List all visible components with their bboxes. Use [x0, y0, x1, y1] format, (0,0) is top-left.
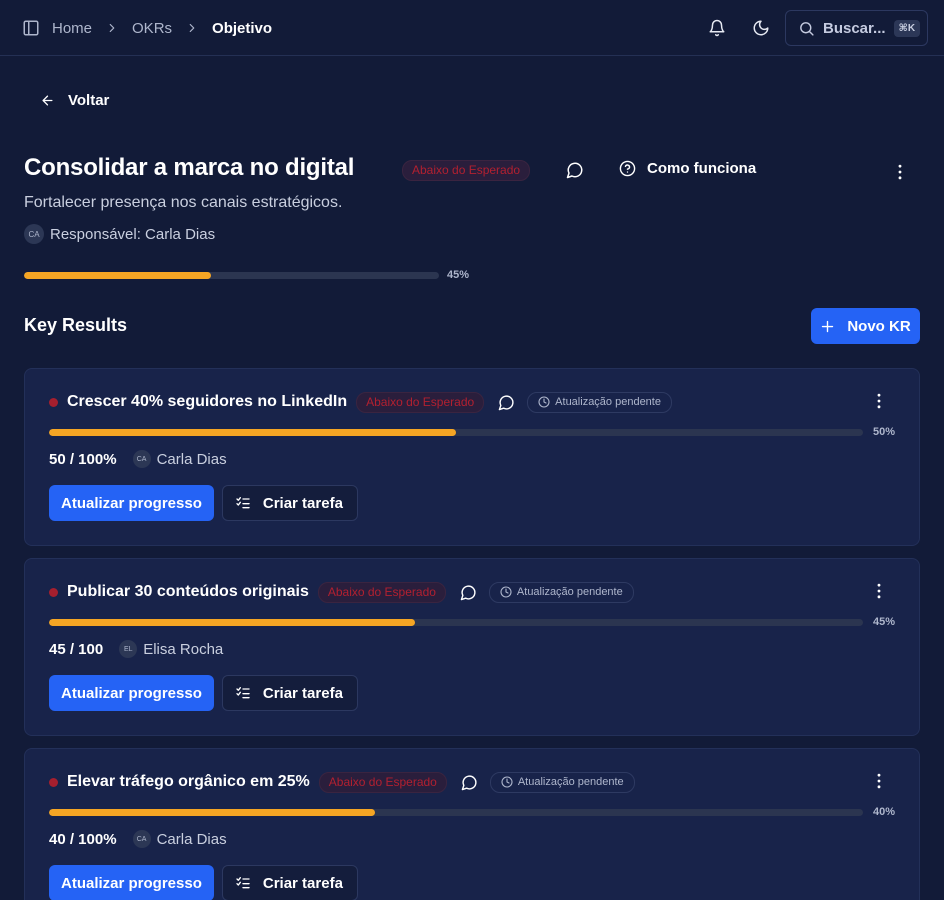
pending-update-badge: Atualização pendente [489, 771, 635, 793]
avatar: CA [132, 450, 151, 468]
kr-progress-label: 45% [872, 616, 895, 628]
help-circle-icon [619, 160, 636, 177]
sidebar-toggle-icon[interactable] [22, 19, 40, 37]
status-dot [49, 777, 58, 787]
kr-status-badge: Abaixo do Esperado [356, 391, 485, 413]
kr-progress-fill [49, 429, 456, 436]
pending-label: Atualização pendente [555, 396, 661, 408]
objective-progress-label: 45% [447, 269, 470, 281]
message-circle-icon[interactable] [498, 394, 515, 411]
more-vertical-icon[interactable] [869, 581, 889, 601]
new-kr-button[interactable]: Novo KR [811, 308, 920, 344]
pending-label: Atualização pendente [516, 586, 623, 598]
kr-status-badge: Abaixo do Esperado [317, 581, 446, 603]
more-vertical-icon[interactable] [890, 162, 910, 182]
avatar: EL [119, 640, 138, 658]
search-label: Buscar... [823, 19, 886, 37]
list-checks-icon [235, 875, 251, 891]
create-task-label: Criar tarefa [262, 684, 343, 702]
kr-owner: Carla Dias [156, 450, 227, 468]
avatar: CA [24, 224, 44, 244]
objective-owner-label: Responsável: Carla Dias [50, 225, 216, 243]
list-checks-icon [235, 495, 251, 511]
clock-icon [501, 776, 513, 788]
breadcrumb-home[interactable]: Home [52, 20, 92, 37]
kr-owner: Elisa Rocha [143, 640, 224, 658]
create-task-label: Criar tarefa [262, 494, 343, 512]
create-task-label: Criar tarefa [262, 874, 343, 892]
chevron-right-icon [185, 21, 199, 35]
create-task-button[interactable]: Criar tarefa [221, 865, 358, 900]
back-label: Voltar [68, 91, 110, 109]
pending-update-badge: Atualização pendente [488, 581, 634, 603]
clock-icon [500, 586, 512, 598]
objective-status-badge: Abaixo do Esperado [402, 160, 531, 181]
pending-update-badge: Atualização pendente [527, 391, 672, 413]
kr-value: 45 / 100 [49, 640, 104, 658]
key-results-heading: Key Results [24, 315, 128, 335]
back-button[interactable]: Voltar [40, 90, 109, 110]
kr-title[interactable]: Crescer 40% seguidores no LinkedIn [67, 393, 347, 411]
status-dot [49, 397, 58, 407]
update-progress-button[interactable]: Atualizar progresso [49, 865, 214, 900]
search-icon [798, 20, 815, 37]
kr-card: Crescer 40% seguidores no LinkedIn Abaix… [24, 368, 920, 546]
kr-progress-fill [49, 619, 416, 626]
create-task-button[interactable]: Criar tarefa [221, 675, 358, 711]
pending-label: Atualização pendente [517, 776, 624, 788]
kr-status-badge: Abaixo do Esperado [318, 771, 447, 793]
kr-progress-bar [49, 809, 863, 816]
kr-card: Publicar 30 conteúdos originais Abaixo d… [24, 558, 920, 736]
objective-progress-fill [24, 272, 211, 279]
avatar: CA [132, 830, 151, 848]
top-bar: Home OKRs Objetivo Buscar... ⌘K [0, 0, 944, 56]
new-kr-label: Novo KR [847, 317, 911, 335]
more-vertical-icon[interactable] [869, 391, 889, 411]
how-it-works-label: Como funciona [647, 160, 757, 177]
kr-title[interactable]: Publicar 30 conteúdos originais [67, 583, 309, 601]
list-checks-icon [235, 685, 251, 701]
search-button[interactable]: Buscar... ⌘K [785, 10, 928, 46]
objective-owner: CA Responsável: Carla Dias [24, 224, 215, 244]
message-circle-icon[interactable] [460, 584, 477, 601]
update-progress-button[interactable]: Atualizar progresso [49, 485, 214, 521]
more-vertical-icon[interactable] [869, 771, 889, 791]
objective-title: Consolidar a marca no digital [24, 154, 355, 181]
kr-value: 50 / 100% [49, 450, 117, 468]
plus-icon [820, 319, 835, 334]
kr-progress-label: 40% [872, 806, 895, 818]
kr-card: Elevar tráfego orgânico em 25% Abaixo do… [24, 748, 920, 900]
kr-progress-bar [49, 429, 863, 436]
objective-progress-bar [24, 272, 439, 279]
chevron-right-icon [105, 21, 119, 35]
kr-title[interactable]: Elevar tráfego orgânico em 25% [67, 773, 310, 791]
create-task-button[interactable]: Criar tarefa [221, 485, 358, 521]
update-progress-button[interactable]: Atualizar progresso [49, 675, 214, 711]
search-shortcut: ⌘K [893, 19, 921, 37]
how-it-works-button[interactable]: Como funciona [619, 160, 756, 177]
objective-description: Fortalecer presença nos canais estratégi… [24, 194, 343, 211]
message-circle-icon[interactable] [566, 161, 584, 179]
kr-progress-bar [49, 619, 863, 626]
message-circle-icon[interactable] [461, 774, 478, 791]
kr-value: 40 / 100% [49, 830, 117, 848]
kr-progress-label: 50% [872, 426, 895, 438]
arrow-left-icon [40, 93, 55, 108]
moon-icon[interactable] [752, 19, 770, 37]
bell-icon[interactable] [708, 19, 726, 37]
status-dot [49, 587, 58, 597]
breadcrumb: Home OKRs Objetivo [52, 18, 272, 38]
kr-owner: Carla Dias [156, 830, 227, 848]
clock-icon [538, 396, 550, 408]
breadcrumb-current: Objetivo [212, 19, 273, 37]
breadcrumb-okrs[interactable]: OKRs [132, 20, 172, 37]
kr-progress-fill [49, 809, 375, 816]
